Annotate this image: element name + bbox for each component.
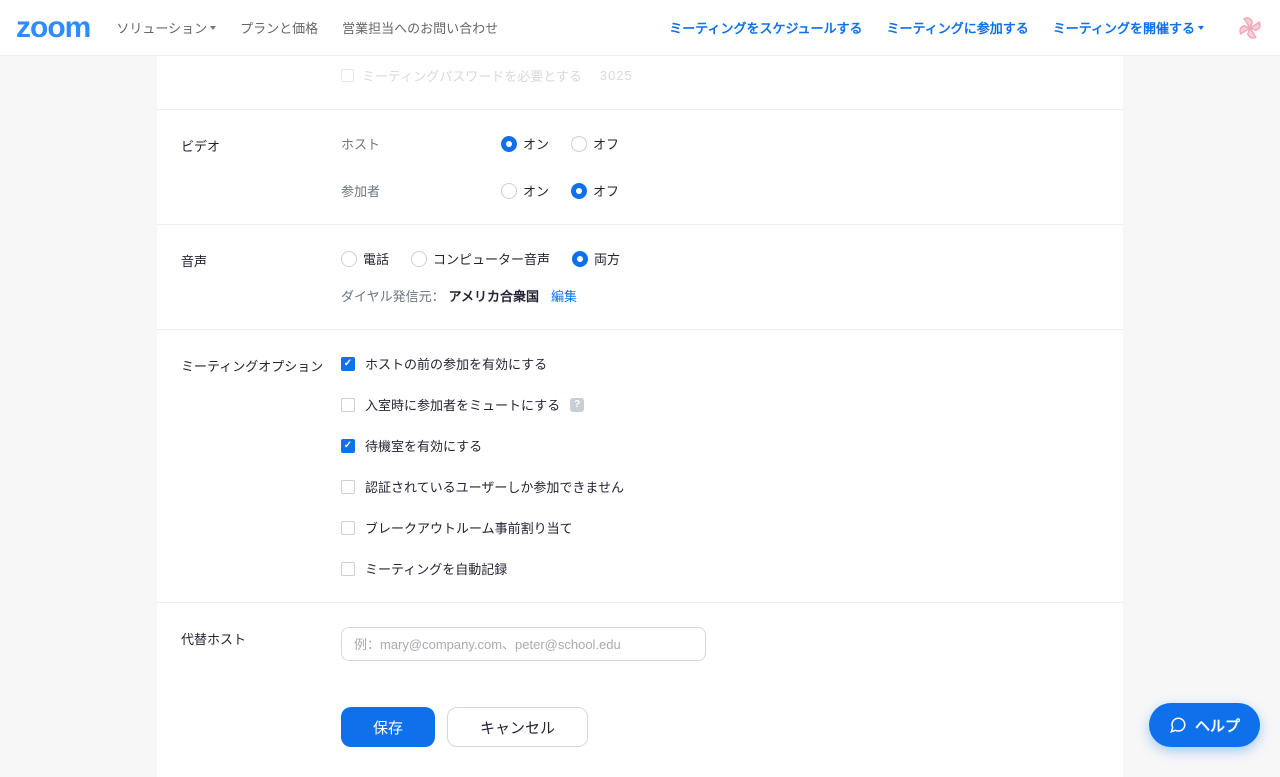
nav-pricing[interactable]: プランと価格 — [240, 18, 318, 37]
nav-solutions[interactable]: ソリューション — [116, 18, 216, 37]
dial-country: アメリカ合衆国 — [449, 286, 539, 305]
cancel-button[interactable]: キャンセル — [447, 707, 588, 747]
section-alt-host: 代替ホスト — [157, 602, 1123, 685]
nav-host-meeting[interactable]: ミーティングを開催する — [1053, 18, 1204, 37]
radio-label: オン — [523, 181, 549, 200]
nav-join-meeting[interactable]: ミーティングに参加する — [887, 18, 1029, 37]
chevron-down-icon — [210, 26, 216, 30]
nav-contact-sales[interactable]: 営業担当へのお問い合わせ — [342, 18, 498, 37]
audio-phone-radio[interactable]: 電話 — [341, 249, 389, 268]
info-icon: ? — [570, 398, 584, 412]
checkbox-icon — [341, 439, 355, 453]
nav-solutions-label: ソリューション — [116, 18, 207, 37]
option-waiting_room[interactable]: 待機室を有効にする — [341, 436, 1099, 455]
form-actions: 保存 キャンセル — [157, 685, 1123, 747]
nav-left: ソリューション プランと価格 営業担当へのお問い合わせ — [116, 18, 498, 37]
password-label-faint: ミーティングパスワードを必要とする — [362, 66, 582, 85]
participant-video-label: 参加者 — [341, 181, 501, 200]
global-header: zoom ソリューション プランと価格 営業担当へのお問い合わせ ミーティングを… — [0, 0, 1280, 56]
radio-label: オフ — [593, 134, 619, 153]
participant-video-on-radio[interactable]: オン — [501, 181, 549, 200]
radio-icon — [501, 136, 517, 152]
section-audio: 音声 電話 コンピューター音声 両方 — [157, 224, 1123, 329]
radio-icon — [572, 251, 588, 267]
radio-icon — [411, 251, 427, 267]
option-label: 認証されているユーザーしか参加できません — [365, 477, 624, 496]
option-mute_on_entry[interactable]: 入室時に参加者をミュートにする? — [341, 395, 1099, 414]
option-label: 入室時に参加者をミュートにする — [365, 395, 560, 414]
nav-right: ミーティングをスケジュールする ミーティングに参加する ミーティングを開催する — [669, 14, 1264, 42]
checkbox-icon — [341, 398, 355, 412]
meeting-options-label: ミーティングオプション — [181, 354, 341, 578]
section-meeting-options: ミーティングオプション ホストの前の参加を有効にする入室時に参加者をミュートにす… — [157, 329, 1123, 602]
alt-host-label: 代替ホスト — [181, 627, 341, 661]
pinwheel-icon[interactable] — [1236, 14, 1264, 42]
password-code-faint: 3025 — [600, 68, 633, 83]
nav-schedule-meeting[interactable]: ミーティングをスケジュールする — [669, 18, 862, 37]
audio-label: 音声 — [181, 249, 341, 305]
radio-label: オフ — [593, 181, 619, 200]
participant-video-off-radio[interactable]: オフ — [571, 181, 619, 200]
radio-label: オン — [523, 134, 549, 153]
video-label: ビデオ — [181, 134, 341, 200]
dial-from-row: ダイヤル発信元： アメリカ合衆国 編集 — [341, 286, 1099, 305]
checkbox-icon — [341, 562, 355, 576]
settings-panel: ミーティングパスワードを必要とする 3025 ビデオ ホスト オン — [157, 56, 1123, 777]
checkbox-icon — [341, 480, 355, 494]
audio-computer-radio[interactable]: コンピューター音声 — [411, 249, 550, 268]
password-row-disabled: ミーティングパスワードを必要とする 3025 — [341, 66, 1099, 85]
radio-label: 電話 — [363, 249, 389, 268]
radio-icon — [571, 183, 587, 199]
radio-icon — [501, 183, 517, 199]
host-video-label: ホスト — [341, 134, 501, 153]
host-video-off-radio[interactable]: オフ — [571, 134, 619, 153]
help-button[interactable]: ヘルプ — [1149, 703, 1260, 747]
option-label: ホストの前の参加を有効にする — [365, 354, 547, 373]
option-label: 待機室を有効にする — [365, 436, 482, 455]
audio-both-radio[interactable]: 両方 — [572, 249, 620, 268]
checkbox-icon — [341, 521, 355, 535]
content-area: ミーティングパスワードを必要とする 3025 ビデオ ホスト オン — [0, 56, 1280, 777]
alt-host-input[interactable] — [341, 627, 706, 661]
radio-icon — [571, 136, 587, 152]
radio-label: コンピューター音声 — [433, 249, 550, 268]
option-auto_record[interactable]: ミーティングを自動記録 — [341, 559, 1099, 578]
chevron-down-icon — [1198, 26, 1204, 30]
radio-label: 両方 — [594, 249, 620, 268]
option-label: ブレークアウトルーム事前割り当て — [365, 518, 573, 537]
option-join_before_host[interactable]: ホストの前の参加を有効にする — [341, 354, 1099, 373]
zoom-logo[interactable]: zoom — [16, 11, 90, 45]
nav-host-label: ミーティングを開催する — [1053, 18, 1195, 37]
section-video: ビデオ ホスト オン オフ — [157, 109, 1123, 224]
dial-edit-link[interactable]: 編集 — [551, 286, 577, 305]
checkbox-disabled — [341, 69, 354, 82]
help-label: ヘルプ — [1195, 715, 1240, 736]
save-button[interactable]: 保存 — [341, 707, 435, 747]
option-breakout_preassign[interactable]: ブレークアウトルーム事前割り当て — [341, 518, 1099, 537]
option-label: ミーティングを自動記録 — [365, 559, 507, 578]
chat-icon — [1169, 716, 1187, 734]
radio-icon — [341, 251, 357, 267]
option-auth_only[interactable]: 認証されているユーザーしか参加できません — [341, 477, 1099, 496]
host-video-on-radio[interactable]: オン — [501, 134, 549, 153]
checkbox-icon — [341, 357, 355, 371]
dial-from-label: ダイヤル発信元： — [341, 286, 445, 305]
section-password-faint: ミーティングパスワードを必要とする 3025 — [157, 56, 1123, 109]
